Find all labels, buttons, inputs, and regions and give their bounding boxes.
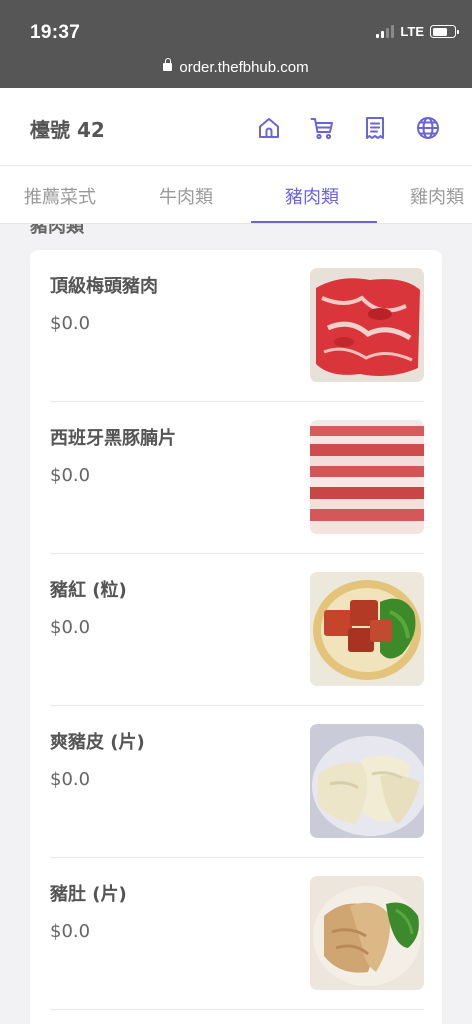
item-name: 爽豬皮 (片) [50,732,145,753]
item-price: $0.0 [50,313,91,334]
tab-recommended[interactable]: 推薦菜式 [24,183,96,209]
menu-card: 頂級梅頭豬肉 $0.0 西班牙黑豚腩片 $0.0 豬紅 (粒) $0.0 爽豬皮… [30,250,442,1024]
tab-chicken[interactable]: 雞肉類 [410,183,464,209]
home-icon[interactable] [256,115,282,141]
item-name: 頂級梅頭豬肉 [50,276,158,297]
url-text: order.thefbhub.com [179,59,309,76]
receipt-icon[interactable] [362,115,388,141]
menu-content: 豬肉類 頂級梅頭豬肉 $0.0 西班牙黑豚腩片 $0.0 豬紅 (粒) $0.0… [0,224,472,1024]
status-indicators: LTE [376,24,459,39]
battery-icon [430,25,459,38]
table-number: 檯號 42 [30,118,105,142]
item-price: $0.0 [50,921,91,942]
item-image [310,268,424,382]
item-price: $0.0 [50,465,91,486]
item-image [310,724,424,838]
item-price: $0.0 [50,769,91,790]
tab-pork[interactable]: 豬肉類 [285,183,339,209]
item-price: $0.0 [50,617,91,638]
menu-item[interactable]: 頂級梅頭豬肉 $0.0 [50,250,424,402]
item-name: 西班牙黑豚腩片 [50,428,176,449]
globe-icon[interactable] [415,115,441,141]
tab-beef[interactable]: 牛肉類 [159,183,213,209]
signal-icon [376,25,395,38]
cart-icon[interactable] [309,115,335,141]
lock-icon [163,58,173,71]
item-name: 豬紅 (粒) [50,580,127,601]
item-divider [50,1009,424,1010]
address-bar[interactable]: order.thefbhub.com [0,58,472,76]
category-tabs: 推薦菜式 牛肉類 豬肉類 雞肉類 [0,166,472,224]
app-header: 檯號 42 [0,88,472,166]
menu-item[interactable]: 豬肚 (片) $0.0 [50,858,424,1010]
item-image [310,876,424,990]
menu-item[interactable]: 豬紅 (粒) $0.0 [50,554,424,706]
item-image [310,420,424,534]
item-name: 豬肚 (片) [50,884,127,905]
network-label: LTE [400,24,424,39]
status-time: 19:37 [30,22,81,43]
menu-item[interactable]: 西班牙黑豚腩片 $0.0 [50,402,424,554]
item-image [310,572,424,686]
section-title: 豬肉類 [30,224,84,237]
status-bar: 19:37 LTE order.thefbhub.com [0,0,472,88]
menu-item[interactable]: 爽豬皮 (片) $0.0 [50,706,424,858]
